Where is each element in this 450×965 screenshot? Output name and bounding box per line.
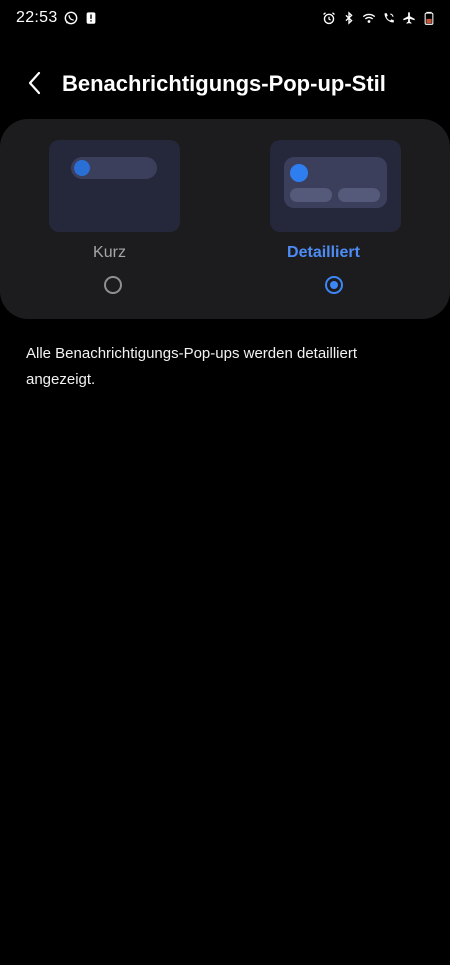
status-time: 22:53 xyxy=(16,9,58,26)
detailed-preview-illustration xyxy=(270,140,401,232)
chevron-left-icon xyxy=(27,71,43,100)
description-text: Alle Benachrichtigungs-Pop-ups werden de… xyxy=(26,345,358,388)
option-kurz[interactable]: Kurz xyxy=(0,119,225,319)
back-button[interactable] xyxy=(18,68,52,102)
bluetooth-icon xyxy=(342,11,356,25)
app-dot-icon xyxy=(290,164,308,182)
option-detailliert[interactable]: Detailliert xyxy=(225,119,450,319)
radio-kurz[interactable] xyxy=(104,276,122,294)
whatsapp-icon xyxy=(64,11,78,25)
alert-icon xyxy=(84,11,98,25)
airplane-icon xyxy=(402,11,416,25)
status-left-icons xyxy=(64,11,98,25)
page-title: Benachrichtigungs-Pop-up-Stil xyxy=(62,71,386,96)
action-placeholder xyxy=(338,188,380,202)
app-dot-icon xyxy=(74,160,90,176)
radio-detailliert[interactable] xyxy=(325,276,343,294)
brief-popup-pill xyxy=(71,157,157,179)
battery-icon xyxy=(422,11,436,25)
radio-selected-dot xyxy=(330,281,338,289)
wifi-calling-icon xyxy=(382,11,396,25)
action-placeholder xyxy=(290,188,332,202)
status-right-icons xyxy=(322,11,436,25)
brief-preview-illustration xyxy=(49,140,180,232)
alarm-icon xyxy=(322,11,336,25)
status-bar: 22:53 xyxy=(0,0,450,40)
wifi-icon xyxy=(362,11,376,25)
popup-style-card: Kurz Detailliert xyxy=(0,119,450,319)
app-header: Benachrichtigungs-Pop-up-Stil xyxy=(0,58,450,114)
option-label-detailliert: Detailliert xyxy=(287,244,360,261)
detailed-popup-box xyxy=(284,157,387,208)
option-label-kurz: Kurz xyxy=(93,244,126,261)
